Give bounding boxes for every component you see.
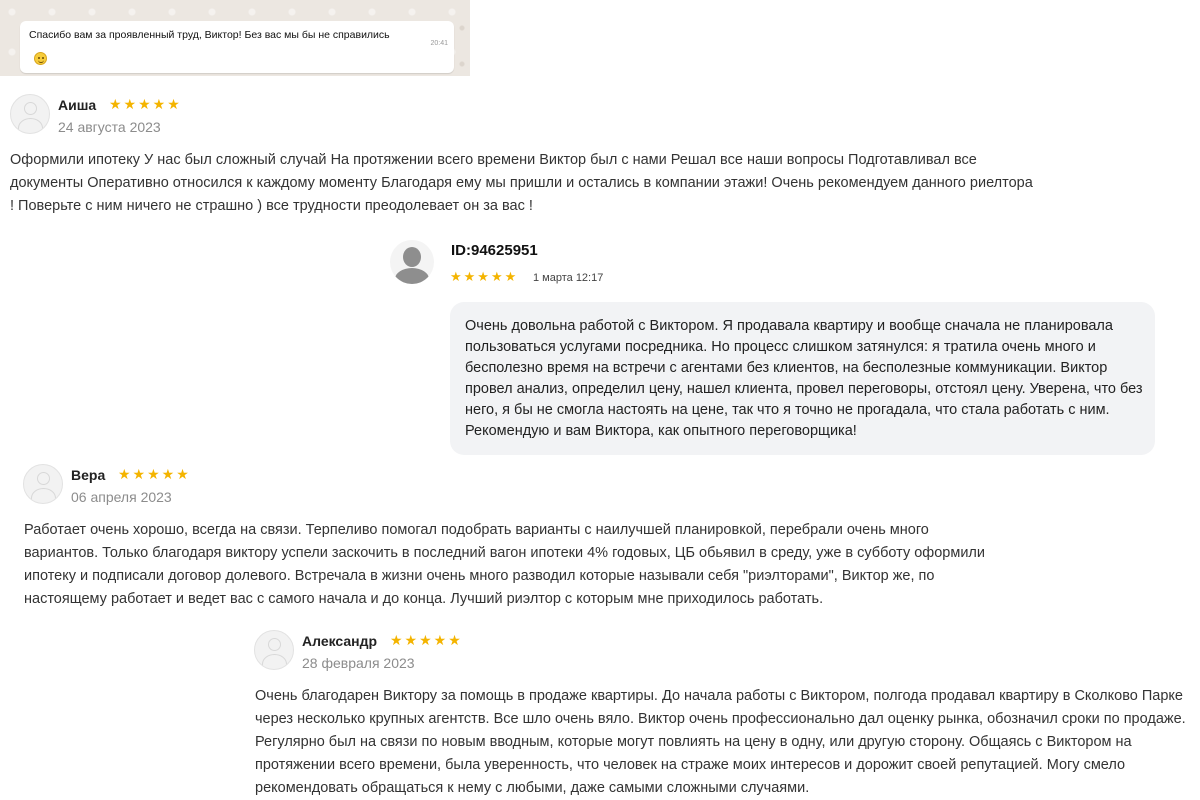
rating-stars: ★★★★★	[118, 466, 191, 482]
user-avatar-icon	[390, 240, 434, 284]
reviewer-name[interactable]: Александр	[302, 633, 377, 649]
rating-stars: ★★★★★	[390, 632, 463, 648]
chat-message-bubble: Спасибо вам за проявленный труд, Виктор!…	[20, 21, 454, 73]
review-date: 1 марта 12:17	[533, 272, 604, 284]
reviewer-name[interactable]: Вера	[71, 467, 105, 483]
user-avatar-icon	[23, 464, 63, 504]
review-bubble: Очень довольна работой с Виктором. Я про…	[450, 302, 1155, 455]
user-avatar-icon	[10, 94, 50, 134]
rating-stars: ★★★★★	[109, 96, 182, 112]
smiley-emoji-icon	[34, 52, 47, 65]
reviewer-id[interactable]: ID:94625951	[451, 242, 538, 259]
chat-screenshot: Спасибо вам за проявленный труд, Виктор!…	[0, 0, 470, 76]
review-text: Очень довольна работой с Виктором. Я про…	[465, 318, 1143, 439]
review-text: Очень благодарен Виктору за помощь в про…	[255, 688, 1186, 796]
rating-stars: ★★★★★	[450, 269, 519, 284]
chat-message-time: 20:41	[430, 40, 448, 47]
reviewer-name[interactable]: Аиша	[58, 97, 96, 113]
review-text: Работает очень хорошо, всегда на связи. …	[24, 522, 985, 607]
review-date: 28 февраля 2023	[302, 655, 415, 671]
chat-message-text: Спасибо вам за проявленный труд, Виктор!…	[29, 29, 390, 41]
review-date: 24 августа 2023	[58, 119, 161, 135]
review-text: Оформили ипотеку У нас был сложный случа…	[10, 152, 1033, 214]
review-date: 06 апреля 2023	[71, 489, 172, 505]
user-avatar-icon	[254, 630, 294, 670]
